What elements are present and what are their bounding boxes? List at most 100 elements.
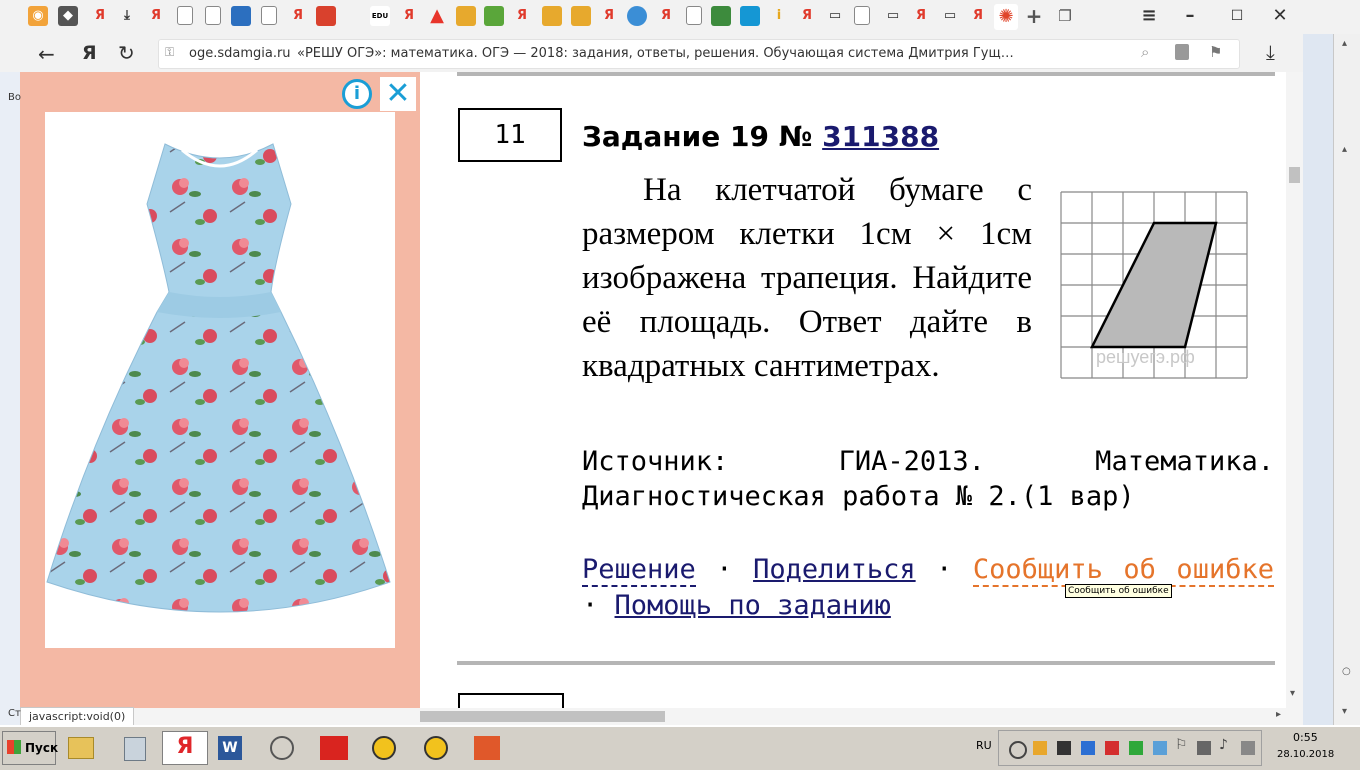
menu-icon[interactable]: ≡ bbox=[1139, 6, 1159, 26]
tray-icon-5[interactable] bbox=[1105, 741, 1119, 755]
tab-briefcase-icon[interactable] bbox=[316, 6, 336, 26]
tab-book-icon[interactable] bbox=[231, 6, 251, 26]
explorer-taskbar-icon[interactable] bbox=[62, 731, 98, 765]
tab-image-icon-2[interactable] bbox=[542, 6, 562, 26]
share-link[interactable]: Поделиться bbox=[753, 554, 916, 585]
clock-date[interactable]: 28.10.2018 bbox=[1277, 749, 1334, 760]
zoom-icon[interactable]: ⌕ bbox=[1141, 43, 1149, 61]
tray-icon-9[interactable] bbox=[1241, 741, 1255, 755]
clock-time[interactable]: 0:55 bbox=[1293, 731, 1318, 744]
status-url: javascript:void(0) bbox=[20, 707, 135, 726]
back-icon[interactable]: ← bbox=[38, 42, 55, 66]
app-taskbar-icon-4[interactable] bbox=[468, 731, 504, 765]
close-icon[interactable]: ✕ bbox=[380, 77, 416, 111]
tab-favicon-wolf[interactable]: ◆ bbox=[58, 6, 78, 26]
tab-document-icon-3[interactable] bbox=[261, 6, 277, 25]
tray-icon-7[interactable] bbox=[1153, 741, 1167, 755]
task-title: Задание 19 № 311388 bbox=[582, 120, 939, 153]
tray-icon-6[interactable] bbox=[1129, 741, 1143, 755]
tab-presentation-icon-2[interactable]: ▭ bbox=[883, 6, 903, 26]
yandex-taskbar-icon[interactable]: Я bbox=[162, 731, 208, 765]
tab-yandex-10[interactable]: Я bbox=[968, 6, 988, 26]
tab-square-icon[interactable] bbox=[740, 6, 760, 26]
horizontal-scroll-thumb[interactable] bbox=[420, 711, 665, 722]
floral-dress-image bbox=[46, 143, 391, 613]
tab-books-icon[interactable] bbox=[711, 6, 731, 26]
tab-presentation-icon-3[interactable]: ▭ bbox=[940, 6, 960, 26]
vertical-scrollbar[interactable]: ▾ bbox=[1286, 72, 1303, 708]
flag-icon[interactable]: ⚐ bbox=[1175, 737, 1188, 753]
tab-manager-icon[interactable]: ❐ bbox=[1055, 6, 1075, 26]
vertical-scroll-thumb[interactable] bbox=[1289, 167, 1300, 183]
tray-icon-3[interactable] bbox=[1057, 741, 1071, 755]
volume-icon[interactable]: ♪ bbox=[1219, 737, 1228, 753]
bg-scroll-up-icon[interactable]: ▴ bbox=[1342, 38, 1347, 49]
tab-download-icon[interactable]: ⤓ bbox=[117, 6, 137, 26]
scroll-down-icon[interactable]: ▾ bbox=[1290, 688, 1295, 699]
tab-document-icon-4[interactable] bbox=[686, 6, 702, 25]
tab-image-icon[interactable] bbox=[456, 6, 476, 26]
bookmark-icon[interactable]: ⚑ bbox=[1209, 43, 1222, 61]
tab-warning-icon[interactable]: ▲ bbox=[427, 6, 447, 26]
tab-yandex[interactable]: Я bbox=[90, 6, 110, 26]
tab-document-icon-5[interactable] bbox=[854, 6, 870, 25]
yandex-home-icon[interactable]: Я bbox=[82, 42, 97, 64]
page-title: «РЕШУ ОГЭ»: математика. ОГЭ — 2018: зада… bbox=[297, 46, 1014, 61]
tab-yandex-7[interactable]: Я bbox=[656, 6, 676, 26]
tab-green-icon[interactable] bbox=[484, 6, 504, 26]
tab-yandex-3[interactable]: Я bbox=[288, 6, 308, 26]
tab-yandex-4[interactable]: Я bbox=[399, 6, 419, 26]
pdf-taskbar-icon[interactable] bbox=[316, 731, 352, 765]
tab-document-icon-2[interactable] bbox=[205, 6, 221, 25]
solution-link[interactable]: Решение bbox=[582, 554, 696, 587]
tray-icon-8[interactable] bbox=[1197, 741, 1211, 755]
new-tab-icon[interactable]: + bbox=[1024, 6, 1044, 26]
tray-icon[interactable] bbox=[1009, 741, 1027, 759]
tab-yandex-9[interactable]: Я bbox=[911, 6, 931, 26]
calculator-taskbar-icon[interactable] bbox=[116, 731, 152, 765]
app-taskbar-icon-2[interactable] bbox=[366, 731, 402, 765]
minimize-icon[interactable]: – bbox=[1180, 6, 1200, 26]
tab-yandex-5[interactable]: Я bbox=[512, 6, 532, 26]
divider-top bbox=[457, 72, 1275, 76]
app-taskbar-icon[interactable] bbox=[264, 731, 300, 765]
tab-edu-icon[interactable]: EDU bbox=[370, 6, 390, 26]
report-error-link[interactable]: Сообщить об ошибке bbox=[972, 554, 1274, 587]
tray-icon-2[interactable] bbox=[1033, 741, 1047, 755]
tab-globe-icon[interactable] bbox=[627, 6, 647, 26]
url-field[interactable]: ⚿ oge.sdamgia.ru «РЕШУ ОГЭ»: математика.… bbox=[158, 39, 1240, 69]
tab-yandex-8[interactable]: Я bbox=[797, 6, 817, 26]
tab-presentation-icon[interactable]: ▭ bbox=[825, 6, 845, 26]
app-taskbar-icon-3[interactable] bbox=[418, 731, 454, 765]
language-indicator[interactable]: RU bbox=[976, 739, 992, 752]
tab-yandex-6[interactable]: Я bbox=[599, 6, 619, 26]
tray-icon-4[interactable] bbox=[1081, 741, 1095, 755]
downloads-icon[interactable]: ⤓ bbox=[1266, 40, 1275, 64]
tab-image-icon-3[interactable] bbox=[571, 6, 591, 26]
info-icon[interactable]: i bbox=[342, 79, 372, 109]
bg-scroll-down-icon[interactable]: ▾ bbox=[1342, 706, 1347, 717]
site-info-icon[interactable]: ⚿ bbox=[165, 45, 174, 60]
ad-image-card[interactable] bbox=[45, 112, 395, 648]
bg-app-scrollbar[interactable]: ▴ ▴ ○ ▾ bbox=[1333, 34, 1360, 725]
scroll-right-icon[interactable]: ▸ bbox=[1276, 709, 1281, 720]
reload-icon[interactable]: ↻ bbox=[118, 41, 135, 65]
tab-strip: ◉ ◆ Я ⤓ Я Я EDU Я ▲ Я Я Я i Я ▭ ▭ Я ▭ Я … bbox=[0, 0, 1360, 35]
tab-document-icon[interactable] bbox=[177, 6, 193, 25]
task-id-link[interactable]: 311388 bbox=[822, 120, 939, 153]
ad-banner[interactable]: i ✕ bbox=[20, 72, 420, 708]
window-close-icon[interactable]: ✕ bbox=[1270, 6, 1290, 26]
bg-scroll-up-icon-2[interactable]: ▴ bbox=[1342, 144, 1347, 155]
help-link[interactable]: Помощь по заданию bbox=[615, 590, 891, 621]
horizontal-scrollbar[interactable]: ▸ bbox=[20, 708, 1303, 725]
tab-yandex-2[interactable]: Я bbox=[146, 6, 166, 26]
tab-favicon-lion[interactable]: ◉ bbox=[28, 6, 48, 26]
start-button[interactable]: Пуск bbox=[2, 731, 58, 765]
maximize-icon[interactable]: ☐ bbox=[1227, 6, 1247, 26]
lock-icon[interactable] bbox=[1175, 44, 1189, 60]
bg-scroll-circle-icon[interactable]: ○ bbox=[1342, 666, 1351, 677]
tab-info-icon[interactable]: i bbox=[769, 6, 789, 26]
word-taskbar-icon[interactable]: W bbox=[212, 731, 248, 765]
tab-active-sdamgia[interactable]: ✺ bbox=[994, 4, 1018, 30]
background-app-right: ▴ ▴ ○ ▾ bbox=[1303, 34, 1360, 725]
